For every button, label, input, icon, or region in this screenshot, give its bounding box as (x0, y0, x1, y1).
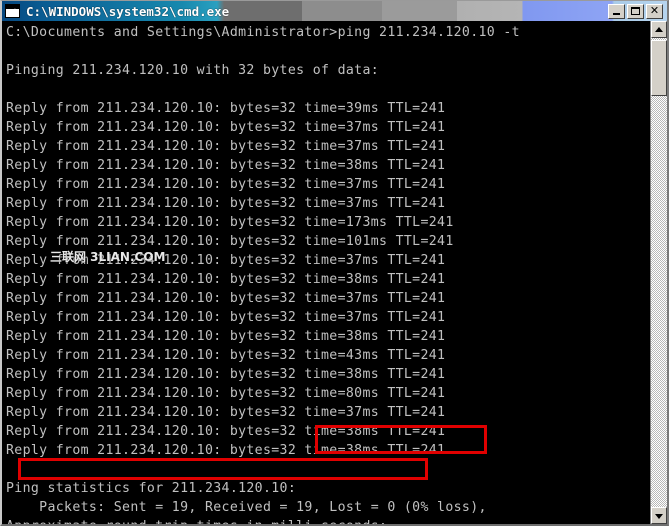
console-line: Reply from 211.234.120.10: bytes=32 time… (6, 405, 446, 420)
console-line: Reply from 211.234.120.10: bytes=32 time… (6, 234, 454, 249)
console-line: Reply from 211.234.120.10: bytes=32 time… (6, 215, 454, 230)
console-output-area[interactable]: C:\Documents and Settings\Administrator>… (2, 21, 652, 524)
console-line: Reply from 211.234.120.10: bytes=32 time… (6, 443, 446, 458)
minimize-button[interactable] (608, 3, 625, 19)
scroll-down-button[interactable] (651, 507, 667, 524)
chevron-up-icon (655, 26, 663, 32)
command-prompt-window: C:\WINDOWS\system32\cmd.exe C:\Documents… (0, 0, 669, 526)
window-titlebar[interactable]: C:\WINDOWS\system32\cmd.exe (2, 1, 667, 21)
chevron-down-icon (655, 513, 663, 519)
cmd-console-icon (5, 4, 20, 18)
maximize-button[interactable] (627, 3, 644, 19)
console-line: Reply from 211.234.120.10: bytes=32 time… (6, 424, 446, 439)
console-line: Reply from 211.234.120.10: bytes=32 time… (6, 101, 446, 116)
console-line: Reply from 211.234.120.10: bytes=32 time… (6, 272, 446, 287)
close-button[interactable] (646, 3, 663, 19)
console-line: Reply from 211.234.120.10: bytes=32 time… (6, 348, 446, 363)
console-line: Packets: Sent = 19, Received = 19, Lost … (6, 500, 487, 515)
scrollbar-thumb[interactable] (651, 40, 667, 96)
console-line: Reply from 211.234.120.10: bytes=32 time… (6, 291, 446, 306)
console-line: C:\Documents and Settings\Administrator>… (6, 25, 520, 40)
minimize-icon (609, 5, 624, 18)
console-line: Reply from 211.234.120.10: bytes=32 time… (6, 139, 446, 154)
console-line: Ping statistics for 211.234.120.10: (6, 481, 297, 496)
console-line: Reply from 211.234.120.10: bytes=32 time… (6, 310, 446, 325)
console-line: Reply from 211.234.120.10: bytes=32 time… (6, 120, 446, 135)
console-line: Pinging 211.234.120.10 with 32 bytes of … (6, 63, 380, 78)
console-line: Reply from 211.234.120.10: bytes=32 time… (6, 367, 446, 382)
console-line: Reply from 211.234.120.10: bytes=32 time… (6, 177, 446, 192)
console-line: Reply from 211.234.120.10: bytes=32 time… (6, 329, 446, 344)
vertical-scrollbar[interactable] (650, 21, 667, 524)
console-line: Reply from 211.234.120.10: bytes=32 time… (6, 196, 446, 211)
console-line: Reply from 211.234.120.10: bytes=32 time… (6, 158, 446, 173)
close-icon (647, 5, 662, 18)
console-line: Approximate round trip times in milli-se… (6, 517, 652, 524)
window-controls (608, 3, 663, 19)
console-line: Reply from 211.234.120.10: bytes=32 time… (6, 253, 446, 268)
console-line: Reply from 211.234.120.10: bytes=32 time… (6, 386, 446, 401)
maximize-icon (628, 5, 643, 18)
window-title: C:\WINDOWS\system32\cmd.exe (26, 3, 230, 19)
scroll-up-button[interactable] (651, 21, 667, 38)
